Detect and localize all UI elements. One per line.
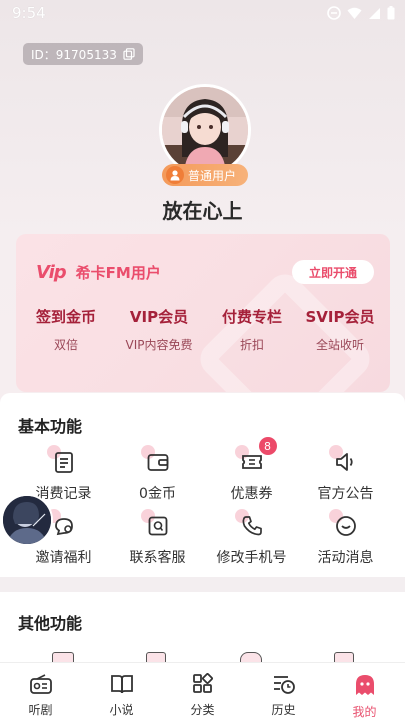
user-id-chip[interactable]: ID：91705133 xyxy=(23,43,143,65)
tab-novel[interactable]: 小说 xyxy=(81,673,162,718)
floating-player-avatar[interactable] xyxy=(1,494,53,546)
status-bar: 9:54 xyxy=(0,0,405,28)
menu-item-label: 活动消息 xyxy=(317,550,374,566)
bottom-tab-bar: 听剧 小说 分类 历史 我的 xyxy=(0,662,405,722)
battery-icon xyxy=(387,6,395,20)
perk-subtitle: 全站收听 xyxy=(315,338,364,352)
coupon-count-badge: 8 xyxy=(258,437,277,455)
status-icons xyxy=(327,6,395,20)
phone-icon xyxy=(242,516,262,536)
tab-label: 分类 xyxy=(190,703,215,717)
perk-title: 付费专栏 xyxy=(221,308,282,326)
invite-icon xyxy=(54,518,73,536)
menu-item-coins[interactable]: 0金币 xyxy=(107,445,208,503)
menu-item-announcements[interactable]: 官方公告 xyxy=(295,445,396,503)
vip-logo-mark: Vip xyxy=(36,262,67,283)
avatar-illustration xyxy=(162,87,248,173)
menu-item-label: 0金币 xyxy=(139,486,176,502)
menu-item-label: 联系客服 xyxy=(129,550,186,566)
vip-title: 希卡FM用户 xyxy=(75,264,161,282)
perk-subtitle: VIP内容免费 xyxy=(125,338,193,352)
status-time: 9:54 xyxy=(12,4,46,22)
perk-paid-column: 付费专栏 折扣 xyxy=(206,306,298,353)
vip-logo: Vip 希卡FM用户 xyxy=(36,262,161,283)
coupon-icon xyxy=(241,455,262,469)
perk-vip: VIP会员 VIP内容免费 xyxy=(113,306,205,353)
perk-subtitle: 折扣 xyxy=(239,338,264,352)
tab-label: 听剧 xyxy=(28,703,53,717)
menu-item-label: 修改手机号 xyxy=(216,550,287,566)
perk-title: 签到金币 xyxy=(35,308,96,326)
radio-icon xyxy=(29,674,52,694)
speaker-icon xyxy=(335,453,353,471)
section-title: 其他功能 xyxy=(18,614,83,633)
wallet-icon xyxy=(147,454,168,471)
receipt-icon xyxy=(54,452,73,473)
menu-item-label: 官方公告 xyxy=(317,486,374,502)
user-level-label: 普通用户 xyxy=(188,168,237,183)
history-icon xyxy=(273,676,295,694)
tab-label: 历史 xyxy=(271,703,296,717)
open-vip-button[interactable]: 立即开通 xyxy=(292,260,374,284)
category-icon xyxy=(192,673,213,693)
section-title: 基本功能 xyxy=(18,417,83,436)
floating-avatar-image xyxy=(3,496,51,544)
perk-subtitle: 双倍 xyxy=(53,338,78,352)
copy-icon[interactable] xyxy=(123,48,135,60)
tab-label: 我的 xyxy=(352,705,377,719)
menu-item-label: 邀请福利 xyxy=(35,550,92,566)
menu-item-activity-messages[interactable]: 活动消息 xyxy=(295,509,396,567)
ghost-icon xyxy=(355,675,374,695)
avatar[interactable] xyxy=(159,84,251,176)
tab-label: 小说 xyxy=(109,703,134,717)
perk-svip: SVIP会员 全站收听 xyxy=(294,306,386,353)
menu-item-customer-service[interactable]: 联系客服 xyxy=(107,509,208,567)
perk-title: VIP会员 xyxy=(129,308,189,326)
menu-item-label: 优惠券 xyxy=(230,486,273,502)
menu-item-coupons[interactable]: 8 优惠券 xyxy=(201,437,302,503)
do-not-disturb-icon xyxy=(327,6,341,20)
service-icon xyxy=(148,516,167,536)
user-level-badge: 普通用户 xyxy=(162,164,248,186)
vip-card[interactable]: Vip 希卡FM用户 立即开通 签到金币 双倍 VIP会员 VIP内容免费 付费… xyxy=(16,234,390,392)
perk-sign-in-coins: 签到金币 双倍 xyxy=(20,306,112,353)
tab-category[interactable]: 分类 xyxy=(162,673,243,718)
user-id-text: ID：91705133 xyxy=(31,47,117,62)
tab-mine[interactable]: 我的 xyxy=(324,673,405,720)
wifi-icon xyxy=(347,7,362,19)
perk-title: SVIP会员 xyxy=(305,308,375,326)
signal-icon xyxy=(369,7,380,19)
menu-item-change-phone[interactable]: 修改手机号 xyxy=(201,509,302,567)
other-functions-section: 其他功能 xyxy=(0,592,405,672)
username: 放在心上 xyxy=(162,199,243,223)
tab-history[interactable]: 历史 xyxy=(243,673,324,718)
user-icon xyxy=(166,166,184,184)
book-icon xyxy=(110,675,133,694)
basic-functions-section: 基本功能 消费记录 0金币 8 优惠券 官方公告 邀请福利 联系客服 修改手机号… xyxy=(0,393,405,577)
tab-listen[interactable]: 听剧 xyxy=(0,673,81,718)
message-icon xyxy=(335,516,356,536)
